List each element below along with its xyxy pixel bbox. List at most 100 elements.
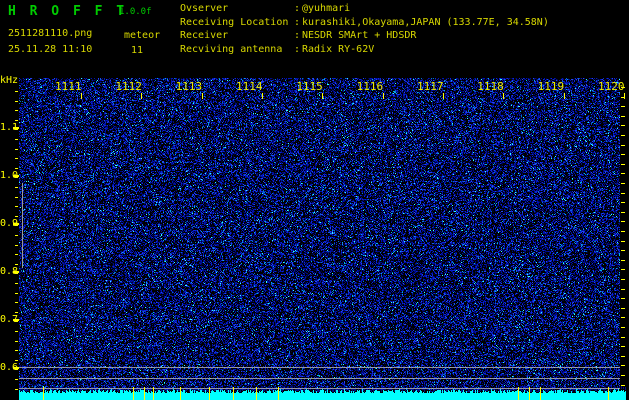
frequency-minor-tick-left (15, 110, 18, 112)
meteor-event-mark (529, 387, 530, 400)
meteor-event-mark (518, 387, 519, 400)
frequency-minor-tick-left (15, 119, 18, 121)
frequency-minor-tick-left (15, 369, 18, 371)
frequency-minor-tick-right (621, 365, 625, 367)
frequency-minor-tick-left (15, 263, 18, 265)
output-filename: 2511281110.png (8, 28, 93, 39)
meteor-event-mark (256, 387, 257, 400)
frequency-minor-tick-right (621, 259, 625, 261)
info-row: Receiver: NESDR SMArt + HDSDR (180, 29, 549, 43)
info-separator: : (293, 44, 301, 56)
frequency-minor-tick-right (621, 327, 625, 328)
frequency-minor-tick-right (621, 298, 625, 300)
frequency-minor-tick-right (621, 211, 625, 213)
info-value: kurashiki,Okayama,JAPAN (133.77E, 34.58N… (302, 16, 549, 28)
left-edge-artifact-line (22, 183, 23, 268)
time-axis-label: 1114 (235, 80, 263, 93)
frequency-minor-tick-right (621, 279, 625, 280)
frequency-minor-tick-right (621, 250, 625, 252)
hrofft-window: H R O F F T 1.0.0f 2511281110.png meteor… (0, 0, 629, 400)
frequency-minor-tick-right (621, 106, 625, 108)
info-value: Radix RY-62V (302, 44, 375, 56)
info-label: Recviving antenna (180, 44, 283, 56)
frequency-unit-label: kHz (0, 75, 19, 86)
frequency-axis-label: 0.7 (0, 314, 19, 325)
info-separator: : (293, 30, 301, 42)
time-axis-tick (442, 93, 444, 99)
frequency-minor-tick-right (621, 144, 625, 146)
meteor-event-mark (209, 387, 210, 400)
time-axis-label: 1113 (175, 80, 203, 93)
station-info-block: Ovserver: @yuhmari Receiving Location: kura… (180, 2, 549, 57)
app-version: 1.0.0f (119, 7, 152, 17)
signal-level-meter (19, 384, 626, 400)
frequency-minor-tick-right (621, 355, 625, 357)
meteor-counter-label: meteor (124, 30, 161, 41)
frequency-minor-tick-left (15, 129, 18, 131)
frequency-minor-tick-right (621, 115, 625, 117)
time-axis-tick (201, 93, 203, 99)
frequency-minor-tick-right (621, 346, 625, 348)
info-label: Receiver (180, 30, 229, 42)
time-axis-tick (382, 93, 384, 99)
time-axis-label: 1112 (115, 80, 142, 93)
frequency-minor-tick-left (15, 283, 18, 284)
time-axis-label: 1116 (356, 80, 384, 93)
datetime-label: 25.11.28 11:10 (8, 44, 93, 55)
frequency-minor-tick-left (15, 158, 18, 160)
meteor-event-mark (278, 387, 279, 400)
frequency-minor-tick-left (15, 139, 18, 140)
frequency-minor-tick-right (621, 384, 625, 386)
info-row: Ovserver: @yuhmari (180, 2, 549, 16)
time-axis-label: 1117 (416, 80, 444, 93)
frequency-minor-tick-right (621, 192, 625, 194)
time-axis-label: 1115 (296, 80, 323, 93)
frequency-minor-tick-left (15, 187, 18, 188)
meteor-event-mark (233, 387, 234, 400)
frequency-minor-tick-right (621, 307, 625, 309)
frequency-axis-label: 0.9 (0, 218, 19, 229)
frequency-minor-tick-left (15, 311, 18, 313)
frequency-minor-tick-left (15, 235, 18, 236)
frequency-minor-tick-left (15, 167, 18, 169)
frequency-minor-tick-left (15, 273, 18, 275)
info-label: Ovserver (180, 3, 229, 14)
time-axis-tick (261, 93, 263, 99)
time-axis-tick (141, 93, 143, 99)
meteor-event-mark (133, 387, 134, 400)
frequency-minor-tick-left (15, 196, 18, 198)
frequency-minor-tick-left (15, 302, 18, 304)
info-separator: : (293, 16, 301, 28)
frequency-axis-label: 1.1 (0, 122, 19, 133)
time-axis-label: 1111 (55, 80, 82, 93)
frequency-minor-tick-left (15, 350, 18, 352)
info-label: Receiving Location (180, 16, 289, 28)
info-value: NESDR SMArt + HDSDR (302, 30, 417, 42)
meteor-event-mark (144, 387, 145, 400)
frequency-minor-tick-left (15, 321, 18, 323)
frequency-minor-tick-left (15, 91, 18, 92)
frequency-minor-tick-right (621, 183, 625, 184)
meteor-event-mark (608, 387, 609, 400)
info-row: Recviving antenna: Radix RY-62V (180, 43, 549, 57)
frequency-minor-tick-right (621, 202, 625, 204)
frequency-minor-tick-left (15, 388, 18, 390)
frequency-minor-tick-right (621, 135, 625, 136)
frequency-minor-tick-right (621, 221, 625, 223)
frequency-axis-label: 0.6 (0, 362, 19, 373)
frequency-minor-tick-right (621, 317, 625, 319)
frequency-minor-tick-left (15, 379, 18, 380)
carrier-line (19, 378, 620, 379)
info-row: Receiving Location: kurashiki,Okayama,JAP… (180, 16, 549, 30)
frequency-minor-tick-right (621, 96, 625, 98)
frequency-minor-tick-right (621, 288, 625, 290)
frequency-minor-tick-left (15, 254, 18, 256)
frequency-minor-tick-left (15, 331, 18, 332)
frequency-minor-tick-left (15, 148, 18, 150)
time-axis-tick (322, 93, 324, 99)
frequency-minor-tick-left (15, 359, 18, 361)
carrier-line (19, 367, 620, 368)
meteor-event-mark (540, 387, 541, 400)
frequency-minor-tick-right (621, 163, 625, 165)
time-axis-label: 1119 (537, 80, 565, 93)
